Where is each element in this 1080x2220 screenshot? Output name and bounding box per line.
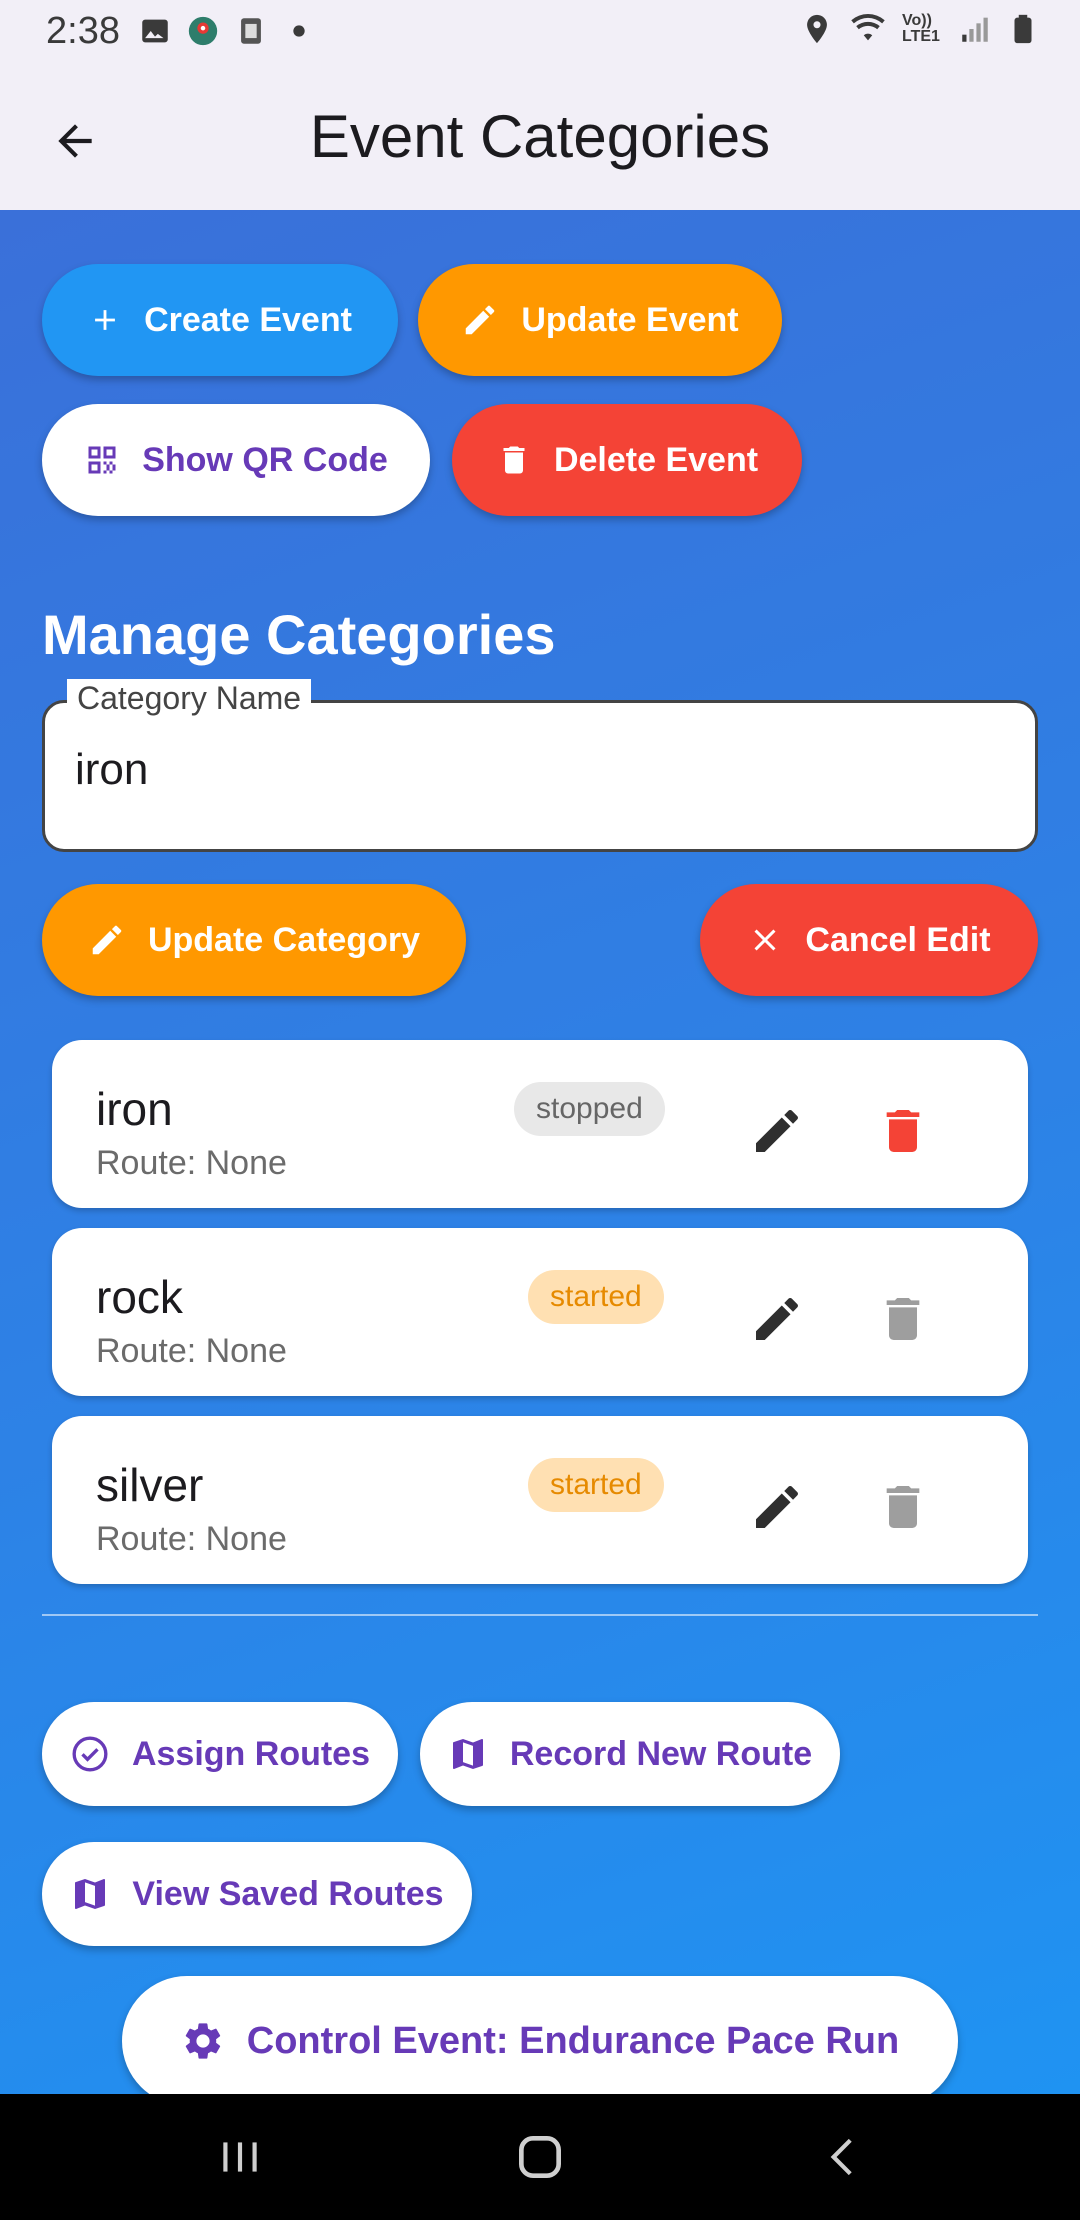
map-icon <box>75 1879 106 1909</box>
delete-category-button[interactable] <box>868 1096 938 1166</box>
divider <box>42 1614 1038 1616</box>
category-card[interactable]: iron Route: None stopped <box>52 1040 1028 1208</box>
category-name-label: Category Name <box>67 679 312 717</box>
status-badge: started <box>528 1270 664 1324</box>
close-icon <box>754 929 776 951</box>
delete-event-button[interactable]: Delete Event <box>452 404 802 516</box>
pencil-icon <box>756 1485 798 1528</box>
category-route: Route: None <box>96 1144 287 1182</box>
battery-icon <box>1014 14 1032 44</box>
status-badge: started <box>528 1458 664 1512</box>
volte-icon: Vo)) LTE1 <box>902 12 940 45</box>
system-nav-bar <box>0 2094 1080 2220</box>
category-name: iron <box>96 1083 173 1135</box>
page-title: Event Categories <box>309 103 771 170</box>
image-icon <box>142 19 168 43</box>
category-card[interactable]: rock Route: None started <box>52 1228 1028 1396</box>
delete-category-button[interactable] <box>868 1284 938 1354</box>
control-event-button[interactable]: Control Event: Endurance Pace Run <box>122 1976 958 2094</box>
app-bar: Event Categories <box>0 66 1080 210</box>
pencil-icon <box>756 1109 798 1152</box>
edit-category-button[interactable] <box>742 1472 812 1542</box>
edit-category-button[interactable] <box>742 1096 812 1166</box>
recent-apps-icon <box>223 2142 257 2172</box>
status-bar: 2:38 Vo)) LTE1 <box>0 0 1080 66</box>
view-saved-routes-label: View Saved Routes <box>132 1874 444 1913</box>
update-event-label: Update Event <box>521 300 739 339</box>
signal-icon <box>962 17 988 42</box>
chevron-left-icon <box>830 2138 852 2176</box>
map-pin-app-icon <box>188 16 218 46</box>
assign-routes-button[interactable]: Assign Routes <box>42 1702 398 1806</box>
create-event-button[interactable]: Create Event <box>42 264 398 376</box>
check-circle-icon <box>72 1736 108 1772</box>
back-nav-button[interactable] <box>804 2124 884 2190</box>
category-card[interactable]: silver Route: None started <box>52 1416 1028 1584</box>
edit-category-button[interactable] <box>742 1284 812 1354</box>
update-event-button[interactable]: Update Event <box>418 264 782 376</box>
pencil-icon <box>466 305 495 335</box>
category-name-input[interactable] <box>75 745 975 795</box>
plus-icon <box>95 310 115 330</box>
assign-routes-label: Assign Routes <box>131 1734 371 1773</box>
category-route: Route: None <box>96 1520 287 1558</box>
wifi-icon <box>851 13 885 41</box>
qr-code-icon <box>88 446 116 474</box>
control-event-label: Control Event: Endurance Pace Run <box>246 2019 900 2062</box>
show-qr-code-label: Show QR Code <box>142 440 388 479</box>
show-qr-code-button[interactable]: Show QR Code <box>42 404 430 516</box>
trash-icon <box>886 1486 920 1528</box>
view-saved-routes-button[interactable]: View Saved Routes <box>42 1842 472 1946</box>
recent-apps-button[interactable] <box>200 2124 280 2190</box>
home-icon <box>519 2136 561 2178</box>
trash-icon <box>886 1298 920 1340</box>
update-category-button[interactable]: Update Category <box>42 884 466 996</box>
pencil-icon <box>92 925 122 955</box>
trash-icon <box>886 1110 920 1152</box>
category-route: Route: None <box>96 1332 287 1370</box>
category-name-field[interactable]: Category Name <box>42 679 1038 852</box>
location-icon <box>807 14 827 44</box>
status-right-icons: Vo)) LTE1 <box>800 12 1040 46</box>
record-new-route-label: Record New Route <box>509 1734 813 1773</box>
create-event-label: Create Event <box>144 300 352 339</box>
cancel-edit-button[interactable]: Cancel Edit <box>700 884 1038 996</box>
status-badge: stopped <box>514 1082 665 1136</box>
record-new-route-button[interactable]: Record New Route <box>420 1702 840 1806</box>
home-button[interactable] <box>500 2124 580 2190</box>
category-name: rock <box>96 1271 183 1323</box>
cancel-edit-label: Cancel Edit <box>805 920 991 959</box>
gear-icon <box>185 2023 220 2059</box>
main-content: Create Event Update Event Show QR Code D… <box>0 210 1080 2094</box>
dot-icon <box>293 25 305 37</box>
map-icon <box>452 1739 483 1769</box>
update-category-label: Update Category <box>147 920 421 959</box>
pencil-icon <box>756 1297 798 1340</box>
trash-icon <box>503 446 525 474</box>
delete-event-label: Delete Event <box>553 440 759 479</box>
delete-category-button[interactable] <box>868 1472 938 1542</box>
status-time: 2:38 <box>46 10 120 52</box>
category-name: silver <box>96 1459 204 1511</box>
k-app-icon <box>241 18 261 44</box>
section-title: Manage Categories <box>42 603 556 666</box>
status-left-icons <box>138 14 316 48</box>
